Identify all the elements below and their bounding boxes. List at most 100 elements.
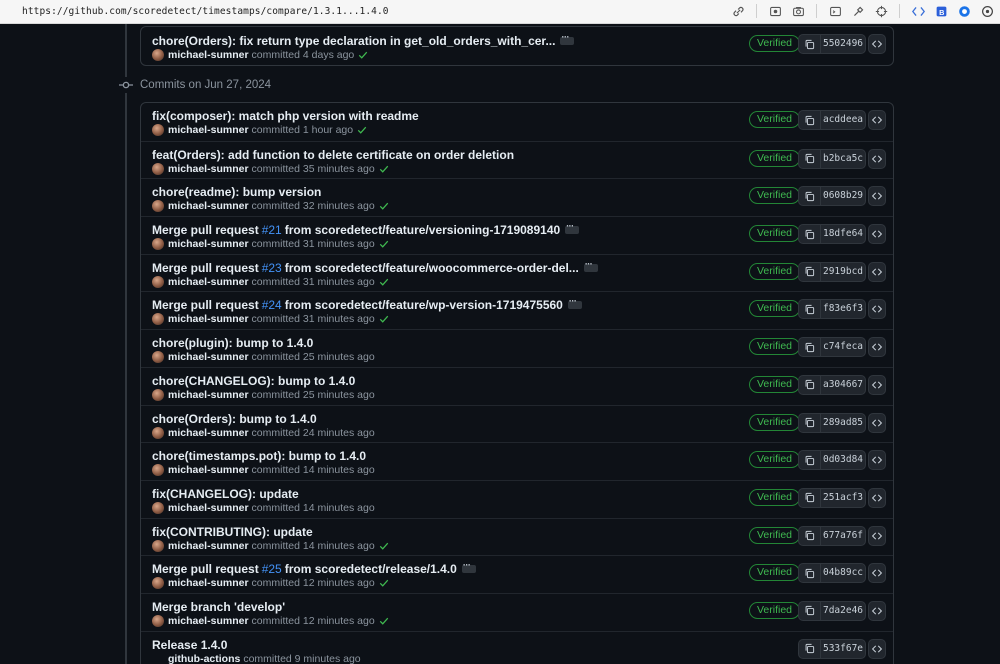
commit-author[interactable]: michael-sumner [168, 502, 249, 514]
verified-badge[interactable]: Verified [749, 225, 801, 243]
copy-icon[interactable] [799, 35, 821, 53]
avatar[interactable] [152, 124, 164, 136]
avatar[interactable] [152, 539, 164, 552]
verified-badge[interactable]: Verified [749, 375, 801, 393]
verified-badge[interactable]: Verified [749, 149, 801, 167]
camera-icon[interactable] [791, 4, 805, 18]
commit-message-text[interactable]: Merge pull request [152, 261, 259, 275]
copy-icon[interactable] [799, 187, 821, 206]
verified-badge[interactable]: Verified [749, 300, 801, 318]
avatar[interactable] [152, 238, 164, 251]
avatar[interactable] [152, 464, 164, 477]
pull-request-link[interactable]: #25 [262, 562, 282, 576]
commit-message-branch[interactable]: from scoredetect/feature/wp-version-1719… [285, 298, 563, 312]
commit-sha-link[interactable]: 533f67e [821, 640, 865, 658]
check-icon[interactable] [379, 541, 389, 551]
code-brackets-icon[interactable] [911, 4, 925, 18]
commit-sha-link[interactable]: 7da2e46 [821, 602, 865, 620]
avatar[interactable] [152, 313, 164, 326]
commit-message-text[interactable]: fix(CHANGELOG): update [152, 487, 299, 501]
browse-code-button[interactable] [868, 110, 886, 130]
commit-message[interactable]: Merge pull request #21 from scoredetect/… [152, 221, 580, 237]
avatar[interactable] [152, 351, 164, 364]
browse-code-button[interactable] [868, 563, 886, 584]
commit-message[interactable]: chore(timestamps.pot): bump to 1.4.0 [152, 449, 366, 463]
check-icon[interactable] [379, 164, 389, 174]
avatar[interactable] [152, 501, 164, 514]
commit-message[interactable]: fix(composer): match php version with re… [152, 109, 419, 123]
copy-icon[interactable] [799, 111, 821, 129]
commit-author[interactable]: michael-sumner [168, 163, 249, 175]
verified-badge[interactable]: Verified [749, 338, 801, 356]
commit-author[interactable]: michael-sumner [168, 540, 249, 552]
avatar[interactable] [152, 49, 164, 61]
copy-icon[interactable] [799, 488, 821, 507]
browse-code-button[interactable] [868, 525, 886, 546]
avatar[interactable] [152, 275, 164, 288]
eyedropper-icon[interactable] [851, 4, 865, 18]
commit-message-text[interactable]: Merge pull request [152, 223, 259, 237]
verified-badge[interactable]: Verified [749, 564, 801, 582]
commit-author[interactable]: michael-sumner [168, 577, 249, 589]
browse-code-button[interactable] [868, 450, 886, 471]
copy-icon[interactable] [799, 413, 821, 432]
commit-message[interactable]: fix(CHANGELOG): update [152, 487, 299, 501]
browse-code-button[interactable] [868, 224, 886, 245]
browse-code-button[interactable] [868, 186, 886, 207]
commit-author[interactable]: michael-sumner [168, 615, 249, 627]
commit-message-text[interactable]: chore(Orders): bump to 1.4.0 [152, 412, 317, 426]
commit-sha-link[interactable]: a304667 [821, 376, 865, 394]
commit-message-text[interactable]: fix(composer): match php version with re… [152, 109, 419, 123]
commit-message-text[interactable]: chore(CHANGELOG): bump to 1.4.0 [152, 374, 355, 388]
pull-request-link[interactable]: #21 [262, 223, 282, 237]
commit-message-text[interactable]: Release 1.4.0 [152, 638, 227, 652]
commit-sha-link[interactable]: b2bca5c [821, 150, 865, 168]
copy-icon[interactable] [799, 338, 821, 357]
check-icon[interactable] [379, 314, 389, 324]
commit-message[interactable]: chore(plugin): bump to 1.4.0 [152, 336, 313, 350]
copy-icon[interactable] [799, 639, 821, 658]
commit-author[interactable]: michael-sumner [168, 238, 249, 250]
copy-icon[interactable] [799, 601, 821, 620]
browse-code-button[interactable] [868, 148, 886, 169]
commit-author[interactable]: github-actions [168, 653, 240, 664]
verified-badge[interactable]: Verified [749, 413, 801, 431]
copy-icon[interactable] [799, 526, 821, 545]
pull-request-link[interactable]: #24 [262, 298, 282, 312]
verified-badge[interactable]: Verified [749, 488, 801, 506]
browse-code-button[interactable] [868, 638, 886, 659]
crosshair-icon[interactable] [874, 4, 888, 18]
commit-message[interactable]: Merge pull request #23 from scoredetect/… [152, 259, 598, 275]
check-icon[interactable] [379, 201, 389, 211]
commit-message-text[interactable]: chore(readme): bump version [152, 185, 321, 199]
commit-message-branch[interactable]: from scoredetect/release/1.4.0 [285, 562, 457, 576]
avatar[interactable] [152, 426, 164, 439]
commit-author[interactable]: michael-sumner [168, 351, 249, 363]
commit-message-text[interactable]: chore(timestamps.pot): bump to 1.4.0 [152, 449, 366, 463]
commit-message-branch[interactable]: from scoredetect/feature/versioning-1719… [285, 223, 560, 237]
avatar[interactable] [152, 614, 164, 627]
copy-icon[interactable] [799, 564, 821, 583]
copy-icon[interactable] [799, 262, 821, 281]
extension-gear-icon[interactable] [980, 4, 994, 18]
commit-message-text[interactable]: chore(plugin): bump to 1.4.0 [152, 336, 313, 350]
commit-sha-link[interactable]: 289ad85 [821, 414, 865, 432]
terminal-icon[interactable] [828, 4, 842, 18]
commit-sha-link[interactable]: 251acf3 [821, 489, 865, 507]
copy-icon[interactable] [799, 225, 821, 244]
commit-author[interactable]: michael-sumner [168, 464, 249, 476]
commit-sha-link[interactable]: acddeea [821, 111, 865, 129]
commit-message[interactable]: chore(CHANGELOG): bump to 1.4.0 [152, 374, 355, 388]
expand-message-button[interactable] [560, 32, 575, 45]
browse-code-button[interactable] [868, 34, 886, 54]
extension-b-icon[interactable]: B [934, 4, 948, 18]
browse-code-button[interactable] [868, 299, 886, 320]
commit-message[interactable]: fix(CONTRIBUTING): update [152, 525, 313, 539]
browse-code-button[interactable] [868, 487, 886, 508]
commit-message[interactable]: feat(Orders): add function to delete cer… [152, 148, 514, 162]
commit-author[interactable]: michael-sumner [168, 49, 249, 61]
extension-circle-icon[interactable] [957, 4, 971, 18]
commit-author[interactable]: michael-sumner [168, 200, 249, 212]
avatar[interactable] [152, 200, 164, 213]
check-icon[interactable] [379, 616, 389, 626]
